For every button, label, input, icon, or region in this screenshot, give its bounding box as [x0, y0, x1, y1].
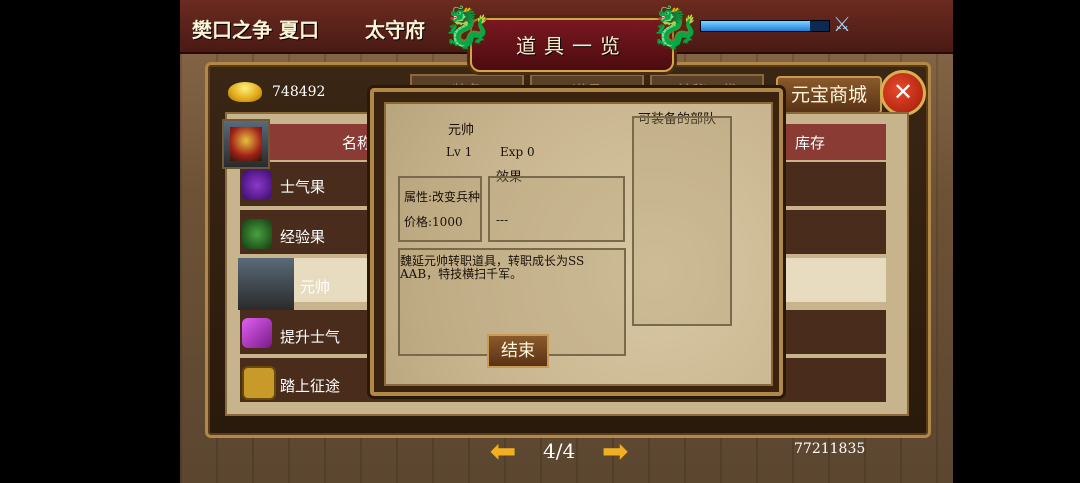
eggplant-icon: [242, 170, 272, 200]
page-indicator: 4/4: [543, 439, 576, 463]
effect-value: ---: [496, 213, 509, 227]
gold-value: 748492: [272, 84, 326, 100]
footer-number: 77211835: [794, 441, 866, 457]
item-name: 经验果: [280, 228, 326, 246]
detail-level: Lv 1: [446, 145, 473, 159]
vine-icon: [242, 219, 272, 249]
general-portrait-icon: [222, 119, 270, 169]
prev-page-button[interactable]: ⬅: [483, 435, 523, 467]
detail-attribute: 属性:改变兵种: [404, 190, 481, 204]
dragon-ornament-icon: 🐉: [442, 5, 492, 51]
item-name: 提升士气: [280, 328, 341, 346]
detail-item-name: 元帅: [448, 123, 475, 138]
attribute-box: [398, 176, 482, 242]
column-name: 名称: [342, 134, 373, 152]
equippable-units-list[interactable]: [632, 116, 732, 326]
purple-book-icon: [242, 318, 272, 348]
effect-box: [488, 176, 625, 242]
general-icon: [238, 258, 294, 310]
location-label: 樊口之争 夏口: [192, 18, 319, 42]
seal-icon: [242, 366, 276, 400]
dragon-ornament-icon: 🐉: [650, 5, 700, 51]
end-button[interactable]: 结束: [487, 334, 549, 368]
health-fill: [701, 21, 810, 31]
item-name: 踏上征途: [280, 377, 341, 395]
description-line-2: AAB，特技横扫千军。: [400, 267, 523, 281]
title-banner: 道具一览: [470, 18, 674, 72]
health-bar: [700, 20, 830, 32]
page-title: 道具一览: [516, 34, 628, 58]
next-page-button[interactable]: ➡: [595, 435, 635, 467]
building-label: 太守府: [365, 18, 425, 42]
close-button[interactable]: ✕: [880, 70, 926, 116]
item-name: 元帅: [300, 278, 331, 296]
gold-ingot-icon: [228, 82, 262, 102]
close-icon: ✕: [892, 78, 914, 106]
sword-icon: ⚔: [833, 12, 851, 36]
pager: ⬅ 4/4 ➡: [483, 435, 635, 467]
detail-exp: Exp 0: [500, 145, 535, 159]
shop-button[interactable]: 元宝商城: [776, 76, 882, 114]
column-stock: 库存: [795, 134, 826, 152]
item-name: 士气果: [280, 178, 326, 196]
detail-price: 价格:1000: [404, 215, 463, 229]
gold-display: 748492: [228, 82, 325, 102]
